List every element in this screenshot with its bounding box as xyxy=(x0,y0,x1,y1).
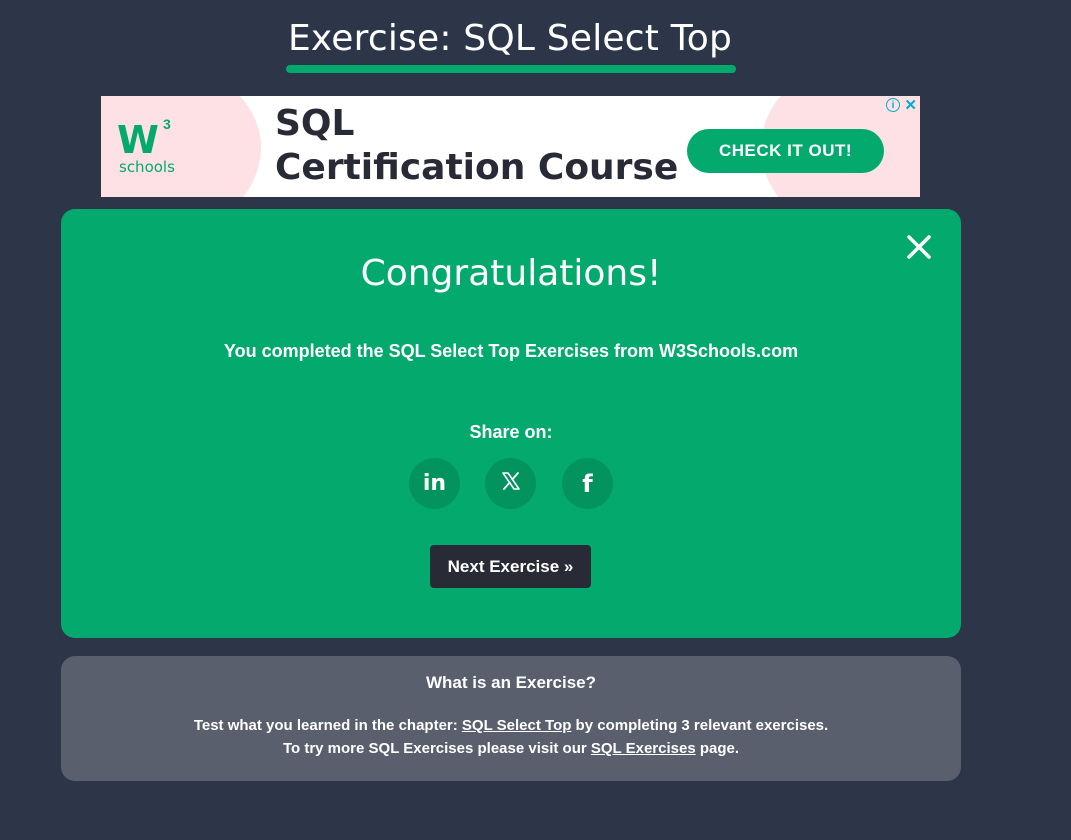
info-line2-prefix: To try more SQL Exercises please visit o… xyxy=(282,740,591,757)
ad-headline-line1: SQL xyxy=(275,103,355,144)
next-exercise-button[interactable]: Next Exercise » xyxy=(430,545,591,588)
title-underline xyxy=(286,65,736,73)
facebook-share-button[interactable]: f xyxy=(562,458,613,509)
w3schools-logo[interactable]: W 3 schools xyxy=(117,116,177,178)
sql-select-top-link[interactable]: SQL Select Top xyxy=(462,717,571,734)
x-icon xyxy=(500,470,522,497)
info-line1-suffix: by completing 3 relevant exercises. xyxy=(571,717,829,734)
sql-exercises-link[interactable]: SQL Exercises xyxy=(591,740,696,757)
close-icon[interactable]: ✕ xyxy=(904,96,917,114)
congratulations-modal: Congratulations! You completed the SQL S… xyxy=(61,209,961,638)
linkedin-share-button[interactable]: in xyxy=(409,458,460,509)
info-line-more-exercises: To try more SQL Exercises please visit o… xyxy=(61,740,961,757)
info-line1-prefix: Test what you learned in the chapter: xyxy=(193,717,462,734)
info-line-chapter: Test what you learned in the chapter: SQ… xyxy=(61,717,961,734)
logo-text: schools xyxy=(119,158,175,176)
exercise-info-box: What is an Exercise? Test what you learn… xyxy=(61,656,961,781)
page-title: Exercise: SQL Select Top xyxy=(287,18,733,59)
logo-mark: W xyxy=(117,118,159,162)
modal-title: Congratulations! xyxy=(360,253,662,294)
x-share-button[interactable] xyxy=(485,458,536,509)
ad-cta-button[interactable]: CHECK IT OUT! xyxy=(687,129,884,173)
share-buttons: in f xyxy=(409,458,613,510)
completion-message: You completed the SQL Select Top Exercis… xyxy=(223,341,799,361)
facebook-icon: f xyxy=(582,469,593,498)
logo-superscript: 3 xyxy=(163,116,171,132)
linkedin-icon: in xyxy=(422,471,447,496)
info-line2-suffix: page. xyxy=(695,740,740,757)
ad-headline: SQL Certification Course xyxy=(275,102,678,190)
info-title: What is an Exercise? xyxy=(425,673,597,692)
ad-banner[interactable]: W 3 schools SQL Certification Course CHE… xyxy=(101,96,920,197)
info-icon[interactable]: i xyxy=(886,98,900,112)
ad-headline-line2: Certification Course xyxy=(275,147,679,188)
share-label: Share on: xyxy=(469,422,553,442)
